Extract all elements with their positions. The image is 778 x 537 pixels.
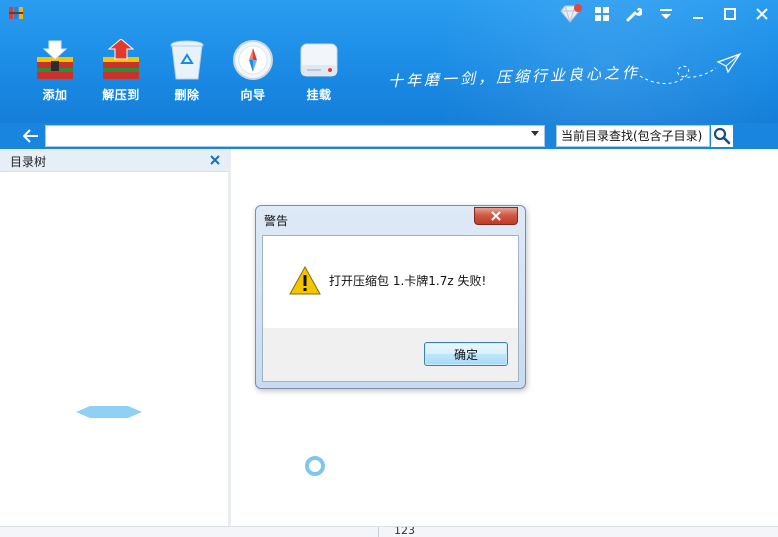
status-text: 123 bbox=[394, 526, 415, 537]
mount-button[interactable]: 挂载 bbox=[286, 38, 352, 103]
skin-icon[interactable] bbox=[554, 0, 586, 28]
dialog-body: 打开压缩包 1.卡牌1.7z 失败! 确定 bbox=[262, 235, 519, 382]
status-bar: 123 bbox=[0, 526, 778, 537]
warning-icon bbox=[289, 265, 321, 299]
close-icon[interactable] bbox=[746, 0, 778, 28]
directory-tree-header: 目录树 bbox=[0, 149, 228, 172]
address-bar: 当前目录查找(包含子目录) bbox=[0, 123, 778, 149]
main-toolbar: 添加 解压到 删除 向导 挂载 bbox=[22, 38, 352, 103]
delete-button-label: 删除 bbox=[174, 88, 200, 102]
menu-dropdown-icon[interactable] bbox=[650, 0, 682, 28]
disk-drive-icon bbox=[297, 38, 341, 82]
paper-plane-icon bbox=[636, 46, 746, 95]
ok-button[interactable]: 确定 bbox=[424, 342, 508, 366]
chevron-down-icon[interactable] bbox=[530, 129, 540, 139]
extract-button-label: 解压到 bbox=[102, 88, 140, 102]
dialog-footer: 确定 bbox=[263, 328, 518, 381]
dialog-message: 打开压缩包 1.卡牌1.7z 失败! bbox=[329, 274, 487, 288]
search-input[interactable]: 当前目录查找(包含子目录) bbox=[556, 125, 710, 147]
close-panel-icon[interactable] bbox=[208, 153, 222, 167]
minimize-icon[interactable] bbox=[682, 0, 714, 28]
maximize-icon[interactable] bbox=[714, 0, 746, 28]
search-icon[interactable] bbox=[711, 125, 733, 147]
delete-button[interactable]: 删除 bbox=[154, 38, 220, 103]
compass-icon bbox=[231, 38, 275, 82]
recycle-bin-icon bbox=[165, 38, 209, 82]
panel-splitter[interactable] bbox=[228, 149, 231, 526]
back-arrow-icon[interactable] bbox=[20, 126, 42, 146]
extract-button[interactable]: 解压到 bbox=[88, 38, 154, 103]
window-controls bbox=[554, 0, 778, 28]
grid-icon[interactable] bbox=[586, 0, 618, 28]
slogan-text: 十年磨一剑，压缩行业良心之作 bbox=[387, 63, 641, 91]
directory-tree-panel: 目录树 bbox=[0, 149, 229, 526]
directory-tree-title: 目录树 bbox=[10, 155, 47, 169]
dialog-message-area: 打开压缩包 1.卡牌1.7z 失败! bbox=[263, 236, 518, 328]
path-input[interactable] bbox=[45, 125, 545, 147]
dialog-title: 警告 bbox=[264, 214, 289, 228]
loading-ring-icon bbox=[304, 455, 326, 480]
wizard-button[interactable]: 向导 bbox=[220, 38, 286, 103]
add-button-label: 添加 bbox=[42, 88, 68, 102]
wizard-button-label: 向导 bbox=[240, 88, 266, 102]
warning-dialog: 警告 打开压缩包 1.卡牌1.7z 失败! 确定 bbox=[255, 205, 526, 389]
add-archive-icon bbox=[33, 38, 77, 82]
loading-diamond-icon bbox=[76, 404, 142, 423]
mount-button-label: 挂载 bbox=[306, 88, 332, 102]
app-logo-icon bbox=[8, 5, 24, 21]
dialog-close-button[interactable] bbox=[474, 207, 518, 225]
app-header: 添加 解压到 删除 向导 挂载 十年磨一剑，压缩行业良心之作 bbox=[0, 0, 778, 123]
extract-icon bbox=[99, 38, 143, 82]
wrench-icon[interactable] bbox=[618, 0, 650, 28]
add-button[interactable]: 添加 bbox=[22, 38, 88, 103]
